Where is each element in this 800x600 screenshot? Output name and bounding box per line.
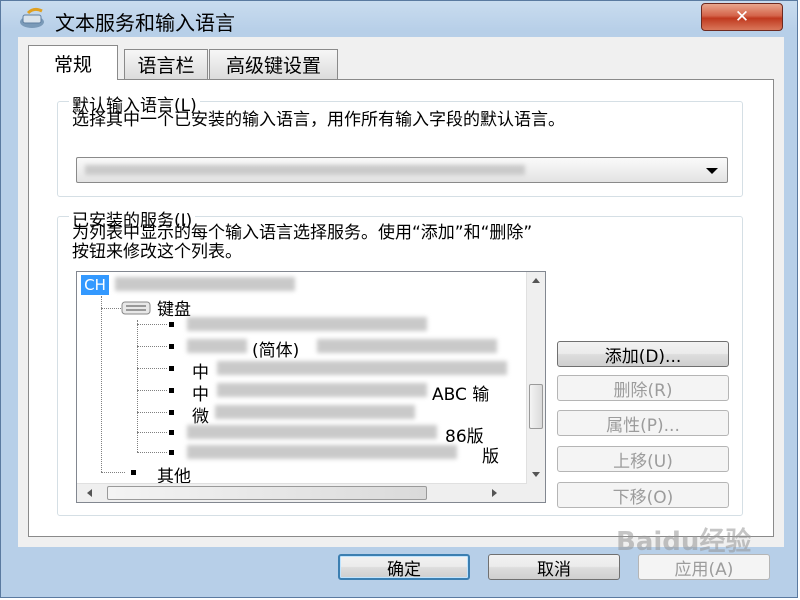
tree-line	[101, 296, 102, 472]
tab-advanced-key-settings[interactable]: 高级键设置	[209, 49, 338, 79]
cancel-button[interactable]: 取消	[488, 554, 620, 580]
move-down-button[interactable]: 下移(O)	[557, 482, 729, 508]
add-button-label: 添加(D)...	[604, 346, 682, 367]
language-code: CH	[84, 276, 106, 294]
list-bullet	[169, 430, 174, 435]
default-language-dropdown[interactable]	[76, 157, 728, 183]
list-bullet	[131, 470, 136, 475]
blurred-service	[217, 383, 427, 397]
blurred-service	[187, 425, 437, 439]
tree-line	[137, 324, 167, 325]
vertical-scroll-thumb[interactable]	[529, 384, 543, 429]
tree-line	[137, 452, 167, 453]
tree-line	[101, 308, 121, 309]
move-down-button-label: 下移(O)	[612, 487, 674, 508]
dialog-window: 文本服务和输入语言 ✕ 常规 语言栏 高级键设置 默认输入语言(L) 选择其中一…	[0, 0, 798, 598]
remove-button[interactable]: 删除(R)	[557, 375, 729, 401]
close-button[interactable]: ✕	[701, 3, 783, 31]
watermark: Baidu经验	[616, 527, 752, 557]
blurred-service	[217, 361, 507, 375]
tree-line	[137, 368, 167, 369]
list-bullet	[169, 388, 174, 393]
tree-line	[137, 412, 167, 413]
tab-general-label: 常规	[53, 53, 92, 76]
close-icon: ✕	[734, 7, 750, 27]
tab-general[interactable]: 常规	[28, 45, 118, 80]
list-bullet	[169, 450, 174, 455]
add-button[interactable]: 添加(D)...	[557, 341, 729, 367]
blurred-language-name	[115, 277, 295, 291]
remove-button-label: 删除(R)	[613, 380, 673, 401]
installed-services-description-1: 为列表中显示的每个输入语言选择服务。使用“添加”和“删除”	[72, 223, 533, 243]
horizontal-scroll-thumb[interactable]	[107, 486, 427, 500]
cancel-button-label: 取消	[537, 559, 571, 580]
tree-line	[101, 472, 125, 473]
service-fragment-1: (简体)	[252, 341, 300, 361]
tree-item-keyboard[interactable]: 键盘	[157, 295, 191, 320]
blurred-service	[187, 317, 427, 331]
service-fragment-4: ABC 输	[432, 385, 490, 405]
installed-services-description-2: 按钮来修改这个列表。	[72, 242, 242, 262]
service-fragment-5: 微	[192, 407, 209, 427]
ok-button[interactable]: 确定	[338, 554, 470, 580]
title-bar[interactable]: 文本服务和输入语言 ✕	[1, 1, 797, 37]
list-bullet	[169, 410, 174, 415]
tree-line	[137, 390, 167, 391]
default-language-description: 选择其中一个已安装的输入语言，用作所有输入字段的默认语言。	[72, 110, 565, 130]
chevron-down-icon	[706, 168, 718, 174]
blurred-service	[215, 405, 415, 419]
ok-button-label: 确定	[387, 559, 421, 580]
move-up-button[interactable]: 上移(U)	[557, 446, 729, 472]
list-bullet	[169, 344, 174, 349]
tree-line	[137, 432, 167, 433]
blurred-service	[187, 445, 457, 459]
blurred-service	[187, 339, 247, 353]
tab-language-bar-label: 语言栏	[137, 55, 195, 77]
scroll-corner	[527, 484, 545, 502]
service-fragment-6: 86版	[445, 427, 484, 447]
window-title: 文本服务和输入语言	[55, 11, 235, 35]
move-up-button-label: 上移(U)	[613, 451, 673, 472]
vertical-scrollbar[interactable]	[526, 272, 545, 484]
horizontal-scrollbar[interactable]	[77, 483, 527, 502]
tab-advanced-key-settings-label: 高级键设置	[225, 55, 321, 77]
list-bullet	[169, 322, 174, 327]
tree-item-language[interactable]: CH	[81, 275, 109, 295]
properties-button[interactable]: 属性(P)...	[557, 410, 729, 436]
scroll-right-icon[interactable]	[492, 489, 497, 497]
tree-line	[137, 346, 167, 347]
scroll-left-icon[interactable]	[87, 489, 92, 497]
scroll-up-icon[interactable]	[532, 278, 540, 283]
installed-services-tree[interactable]: CH 键盘 (简体) 中 中 ABC 输 微 86版 版 其他	[76, 271, 546, 503]
blurred-service	[317, 339, 497, 353]
keyboard-app-icon	[20, 7, 44, 28]
tab-language-bar[interactable]: 语言栏	[124, 49, 208, 79]
list-bullet	[169, 366, 174, 371]
service-fragment-7: 版	[482, 447, 499, 467]
apply-button-label: 应用(A)	[674, 559, 734, 580]
properties-button-label: 属性(P)...	[606, 415, 680, 436]
scroll-down-icon[interactable]	[532, 472, 540, 477]
keyboard-icon	[121, 301, 151, 315]
blurred-language-value	[85, 165, 525, 175]
